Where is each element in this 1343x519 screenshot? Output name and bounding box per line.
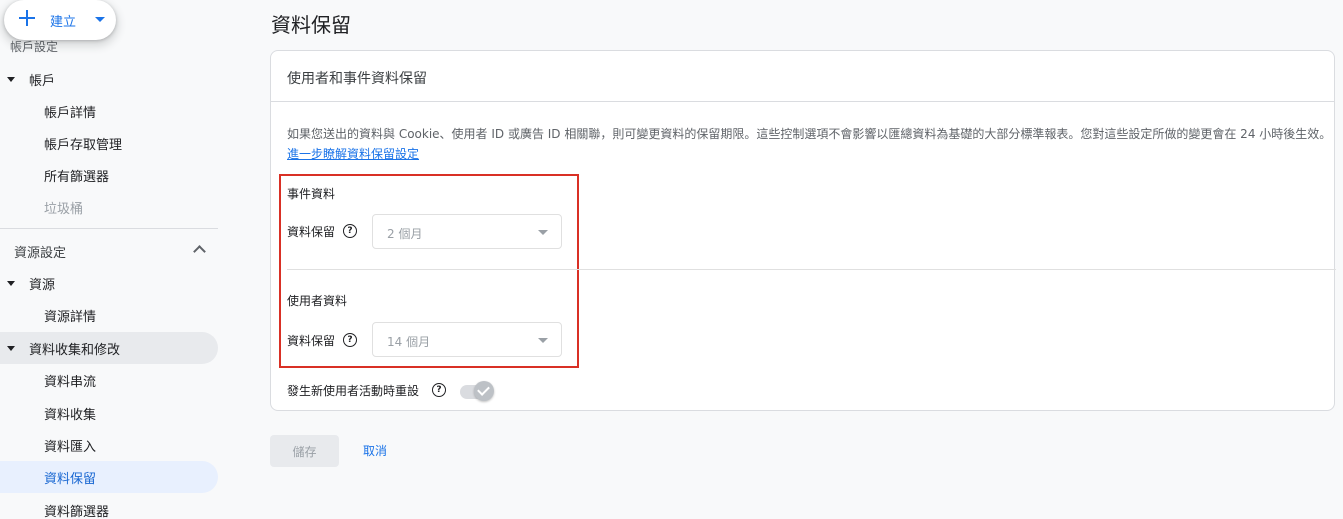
dropdown-arrow-icon — [538, 230, 548, 235]
expand-arrow-icon[interactable] — [7, 346, 15, 351]
save-button[interactable]: 儲存 — [270, 435, 339, 467]
user-retention-label: 資料保留 — [287, 334, 336, 348]
sidebar-item-data-collection[interactable]: 資料收集 — [0, 397, 218, 429]
sidebar-item-label: 資源詳情 — [44, 309, 97, 325]
caret-down-icon — [95, 17, 105, 22]
sidebar: 帳戶設定 建立 帳戶 帳戶詳情 帳戶存取管理 所有篩選器 垃圾桶 資源設定 資源… — [0, 0, 240, 519]
help-icon[interactable]: ? — [343, 333, 357, 347]
user-retention-value: 14 個月 — [387, 335, 431, 349]
sidebar-item-label: 資料收集 — [44, 407, 97, 423]
event-retention-label: 資料保留 — [287, 225, 336, 239]
card-title: 使用者和事件資料保留 — [287, 71, 427, 87]
description-text: 如果您送出的資料與 Cookie、使用者 ID 或廣告 ID 相關聯，則可變更資… — [287, 124, 1332, 164]
sidebar-item-label: 資料串流 — [44, 374, 97, 390]
sidebar-item-account[interactable]: 帳戶 — [0, 63, 218, 95]
sidebar-item-account-details[interactable]: 帳戶詳情 — [0, 95, 218, 127]
sidebar-item-data-import[interactable]: 資料匯入 — [0, 429, 218, 461]
expand-arrow-icon[interactable] — [7, 77, 15, 82]
sidebar-item-label: 所有篩選器 — [44, 169, 110, 185]
sidebar-section-label: 資源設定 — [14, 245, 67, 261]
sidebar-item-data-collection-modification[interactable]: 資料收集和修改 — [0, 332, 218, 364]
reset-toggle-label: 發生新使用者活動時重設 — [287, 384, 420, 398]
sidebar-item-property-details[interactable]: 資源詳情 — [0, 299, 218, 331]
sidebar-partial-label: 帳戶設定 — [10, 40, 59, 54]
sidebar-item-label: 資源 — [29, 277, 56, 293]
sidebar-item-data-streams[interactable]: 資料串流 — [0, 364, 218, 396]
sidebar-item-trash[interactable]: 垃圾桶 — [0, 191, 218, 223]
sidebar-item-label: 資料匯入 — [44, 439, 97, 455]
event-data-heading: 事件資料 — [287, 187, 336, 201]
sidebar-item-label: 資料保留 — [44, 471, 97, 487]
sidebar-item-data-filters[interactable]: 資料篩選器 — [0, 494, 218, 519]
description-body: 如果您送出的資料與 Cookie、使用者 ID 或廣告 ID 相關聯，則可變更資… — [287, 127, 1332, 141]
user-data-heading: 使用者資料 — [287, 294, 348, 308]
sidebar-item-label: 垃圾桶 — [44, 201, 84, 217]
sidebar-item-label: 帳戶詳情 — [44, 105, 97, 121]
create-button-label: 建立 — [50, 15, 77, 30]
section-divider — [287, 269, 1336, 270]
sidebar-item-label: 帳戶 — [29, 73, 56, 89]
sidebar-section-property-settings[interactable]: 資源設定 — [0, 235, 218, 267]
sidebar-item-property[interactable]: 資源 — [0, 267, 218, 299]
reset-toggle[interactable] — [474, 381, 494, 401]
create-button[interactable]: 建立 — [4, 0, 116, 40]
sidebar-item-account-access[interactable]: 帳戶存取管理 — [0, 127, 218, 159]
dropdown-arrow-icon — [538, 338, 548, 343]
event-retention-value: 2 個月 — [387, 227, 423, 241]
sidebar-divider — [0, 228, 218, 229]
help-icon[interactable]: ? — [432, 383, 446, 397]
card-divider — [271, 101, 1334, 102]
event-retention-select[interactable]: 2 個月 — [372, 214, 562, 249]
help-icon[interactable]: ? — [343, 224, 357, 238]
check-icon — [477, 383, 490, 396]
sidebar-item-label: 帳戶存取管理 — [44, 137, 123, 153]
expand-arrow-icon[interactable] — [7, 281, 15, 286]
page-title: 資料保留 — [271, 13, 351, 37]
sidebar-item-data-retention[interactable]: 資料保留 — [0, 461, 218, 493]
cancel-button[interactable]: 取消 — [363, 442, 387, 459]
retention-card: 使用者和事件資料保留 如果您送出的資料與 Cookie、使用者 ID 或廣告 I… — [270, 50, 1336, 411]
sidebar-item-all-filters[interactable]: 所有篩選器 — [0, 159, 218, 191]
sidebar-item-label: 資料收集和修改 — [29, 342, 121, 358]
learn-more-link[interactable]: 進一步瞭解資料保留設定 — [287, 147, 419, 161]
sidebar-item-label: 資料篩選器 — [44, 504, 110, 519]
chevron-up-icon[interactable] — [193, 245, 206, 258]
user-retention-select[interactable]: 14 個月 — [372, 322, 562, 357]
plus-icon — [18, 9, 36, 27]
